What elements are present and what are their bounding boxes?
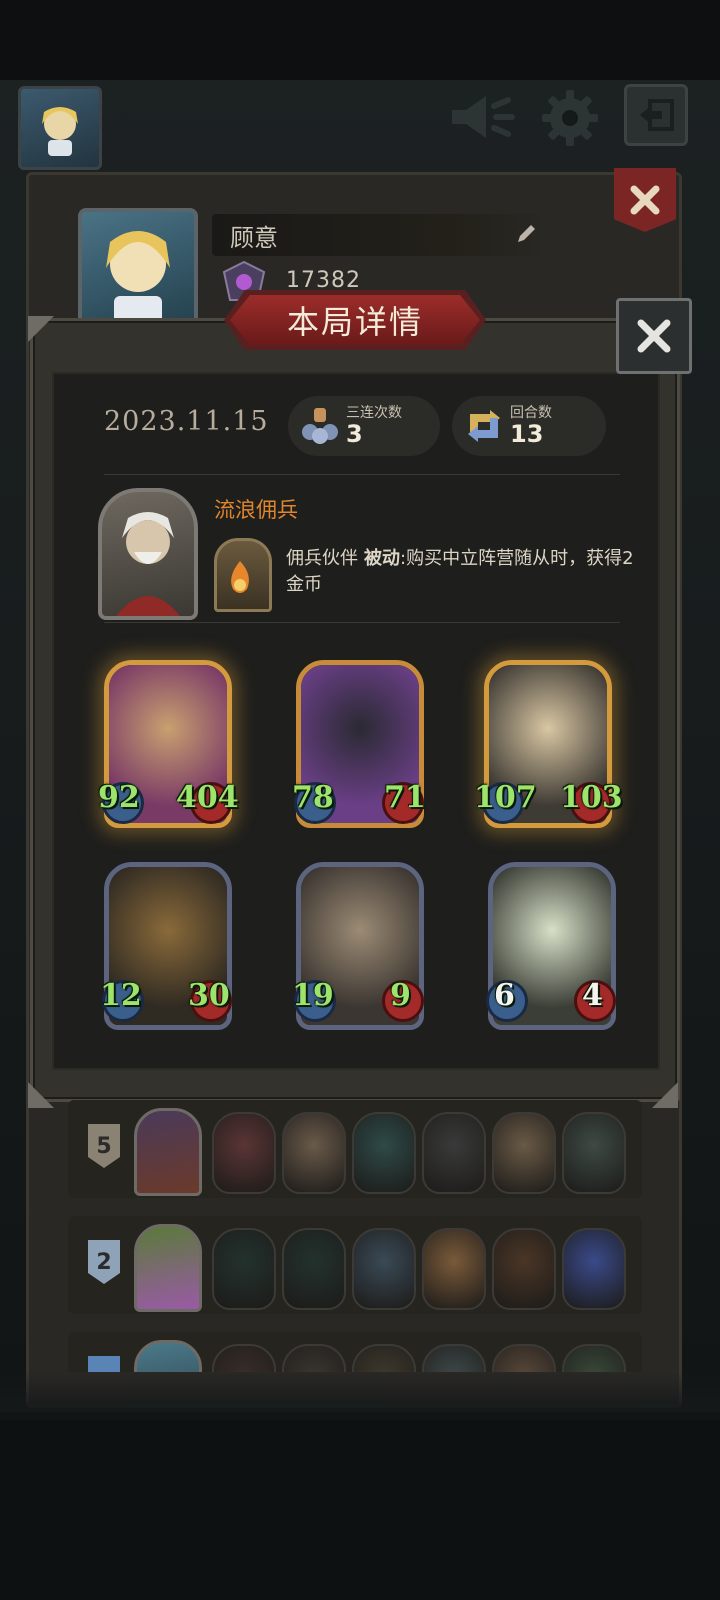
profile-close-button[interactable] xyxy=(614,168,676,232)
history-unit xyxy=(492,1228,556,1310)
player-avatar-button[interactable] xyxy=(18,86,102,170)
gear-icon[interactable] xyxy=(538,86,602,150)
unit-attack: 12 xyxy=(100,978,142,1013)
triples-value: 3 xyxy=(346,420,363,448)
title-banner: 本局详情 xyxy=(224,290,486,350)
avatar xyxy=(78,208,198,328)
rounds-stat: 回合数 13 xyxy=(452,396,606,456)
history-row[interactable]: 5 xyxy=(68,1100,642,1198)
history-unit xyxy=(492,1344,556,1372)
match-date: 2023.11.15 xyxy=(104,406,269,437)
history-row[interactable] xyxy=(68,1332,642,1372)
history-unit xyxy=(562,1112,626,1194)
history-row[interactable]: 2 xyxy=(68,1216,642,1314)
hero-name: 流浪佣兵 xyxy=(214,498,298,522)
unit-card[interactable]: 92 404 xyxy=(98,660,239,830)
history-hero-portrait xyxy=(134,1340,202,1372)
close-icon xyxy=(630,185,660,215)
list-fade xyxy=(0,1372,720,1412)
placement-badge: 5 xyxy=(88,1124,120,1168)
skill-type: 被动 xyxy=(364,548,400,569)
unit-health: 71 xyxy=(384,780,426,815)
unit-card[interactable]: 78 71 xyxy=(290,660,426,830)
exit-icon[interactable] xyxy=(624,84,688,146)
unit-health: 30 xyxy=(188,978,230,1013)
triple-units-icon xyxy=(302,408,338,444)
unit-card[interactable]: 19 9 xyxy=(290,862,424,1032)
history-hero-portrait xyxy=(134,1224,202,1312)
unit-attack: 107 xyxy=(474,780,537,815)
history-unit xyxy=(352,1228,416,1310)
match-history-list[interactable]: 5 2 xyxy=(62,1100,642,1372)
history-unit xyxy=(562,1344,626,1372)
rounds-cycle-icon xyxy=(468,410,500,442)
triples-stat: 三连次数 3 xyxy=(288,396,440,456)
unit-card[interactable]: 6 4 xyxy=(482,862,616,1032)
history-unit xyxy=(422,1112,486,1194)
placement-badge xyxy=(88,1356,120,1372)
player-name: 顾意 xyxy=(230,224,278,252)
pencil-icon[interactable] xyxy=(514,222,538,246)
speaker-icon[interactable] xyxy=(448,92,518,142)
unit-attack: 78 xyxy=(292,780,334,815)
history-unit xyxy=(282,1228,346,1310)
unit-attack: 92 xyxy=(98,780,140,815)
history-unit xyxy=(352,1112,416,1194)
unit-health: 4 xyxy=(582,978,603,1013)
unit-health: 404 xyxy=(176,780,239,815)
skill-name: 佣兵伙伴 xyxy=(286,548,358,569)
history-unit xyxy=(212,1344,276,1372)
girl-portrait-icon xyxy=(42,107,78,156)
history-unit xyxy=(282,1344,346,1372)
history-hero-portrait xyxy=(134,1108,202,1196)
history-unit xyxy=(282,1112,346,1194)
placement-badge: 2 xyxy=(88,1240,120,1284)
history-unit xyxy=(562,1228,626,1310)
history-unit xyxy=(212,1112,276,1194)
unit-attack: 19 xyxy=(292,978,334,1013)
unit-health: 9 xyxy=(390,978,411,1013)
history-unit xyxy=(492,1112,556,1194)
history-unit xyxy=(212,1228,276,1310)
skill-fire-icon xyxy=(214,538,272,612)
unit-card[interactable]: 107 103 xyxy=(474,660,623,830)
player-score: 17382 xyxy=(286,268,361,293)
top-bar xyxy=(0,0,720,80)
close-button[interactable] xyxy=(616,298,692,374)
rounds-value: 13 xyxy=(510,420,544,448)
divider xyxy=(104,622,620,623)
rounds-label: 回合数 xyxy=(510,405,552,421)
dialog-title: 本局详情 xyxy=(286,303,423,341)
triples-label: 三连次数 xyxy=(346,405,402,421)
history-unit xyxy=(352,1344,416,1372)
history-unit xyxy=(422,1228,486,1310)
unit-card[interactable]: 12 30 xyxy=(98,862,232,1032)
history-unit xyxy=(422,1344,486,1372)
unit-attack: 6 xyxy=(494,978,515,1013)
bottom-area xyxy=(0,1420,720,1600)
hero-portrait xyxy=(98,488,198,620)
unit-health: 103 xyxy=(560,780,623,815)
hero-skill-text: 佣兵伙伴 被动:购买中立阵营随从时，获得2金币 xyxy=(286,546,636,598)
divider xyxy=(104,474,620,475)
close-icon xyxy=(637,319,671,353)
